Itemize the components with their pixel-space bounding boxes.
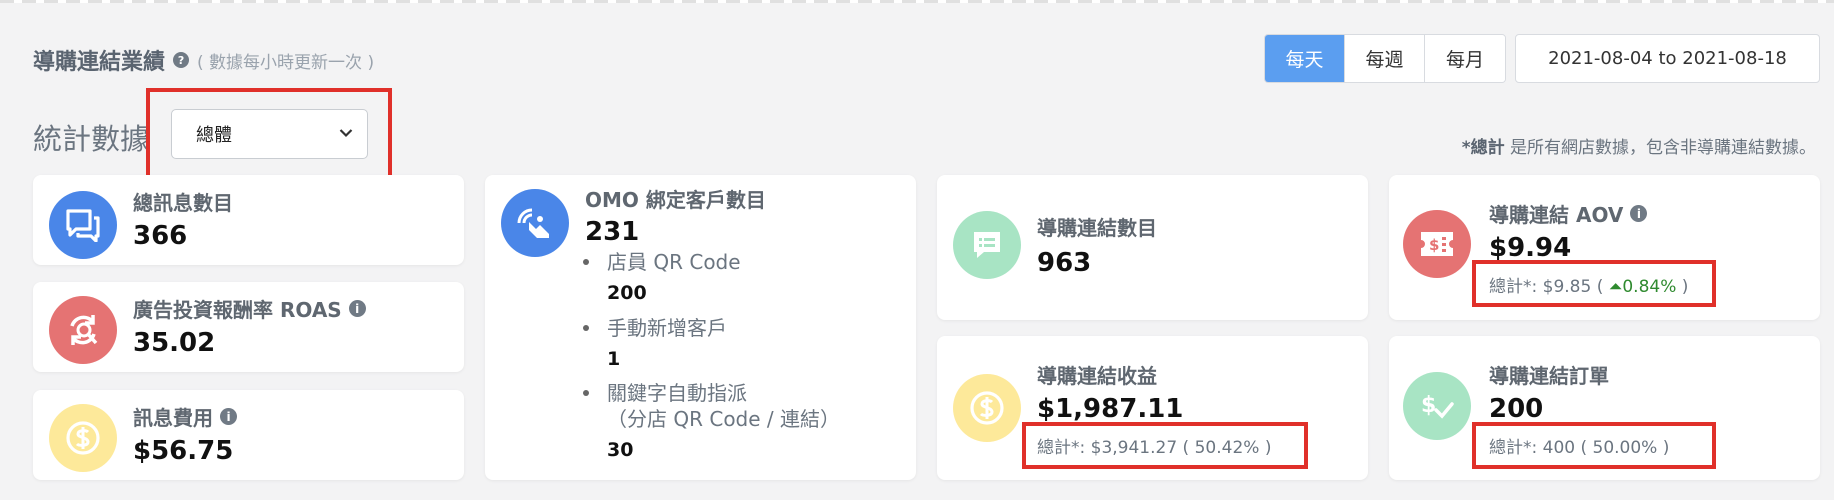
roas-label: 廣告投資報酬率 ROAS i (133, 294, 366, 323)
roas-value: 35.02 (133, 328, 216, 358)
omo-item-label-sub: （分店 QR Code / 連結） (607, 407, 841, 431)
dollar-icon (49, 404, 117, 472)
caret-up-icon: ⏶ (1608, 277, 1623, 297)
orders-label: 導購連結訂單 (1489, 364, 1609, 388)
aov-card: $ 導購連結 AOV i $9.94 總計*: $9.85 ( ⏶0.84% ) (1389, 175, 1820, 320)
aov-label: 導購連結 AOV i (1489, 199, 1648, 228)
chevron-down-icon (339, 127, 353, 142)
message-cost-label-text: 訊息費用 (133, 406, 213, 430)
link-revenue-label: 導購連結收益 (1037, 364, 1157, 388)
total-note: *總計 是所有網店數據，包含非導購連結數據。 (1462, 133, 1816, 158)
info-icon[interactable]: i (1630, 205, 1648, 222)
orders-total: 總計*: 400 ( 50.00% ) (1489, 438, 1670, 458)
aov-total: 總計*: $9.85 ( ⏶0.84% ) (1489, 272, 1688, 297)
roas-card: 廣告投資報酬率 ROAS i 35.02 (33, 282, 464, 372)
message-cost-label: 訊息費用 i (133, 402, 237, 431)
link-count-card: 導購連結數目 963 (937, 175, 1368, 320)
scope-select-value: 總體 (196, 125, 232, 146)
date-range-picker[interactable]: 2021-08-04 to 2021-08-18 (1515, 34, 1820, 83)
aov-label-text: 導購連結 AOV (1489, 203, 1624, 227)
total-messages-card: 總訊息數目 366 (33, 175, 464, 265)
total-note-bold: *總計 (1461, 138, 1505, 158)
price-tag-icon: $ (1403, 210, 1471, 278)
roas-icon (49, 296, 117, 364)
page-title-text: 導購連結業績 (33, 50, 166, 75)
period-daily-button[interactable]: 每天 (1265, 35, 1345, 82)
aov-change: ⏶0.84% (1609, 277, 1677, 297)
scope-select[interactable]: 總體 (171, 109, 368, 159)
info-icon[interactable]: i (348, 300, 366, 317)
omo-label: OMO 綁定客戶數目 (585, 188, 766, 212)
svg-text:$: $ (1429, 236, 1439, 254)
period-weekly-button[interactable]: 每週 (1345, 35, 1425, 82)
link-count-label: 導購連結數目 (1037, 216, 1157, 240)
omo-value: 231 (585, 217, 640, 247)
page-subtitle: ( 數據每小時更新一次 ) (197, 52, 375, 73)
message-cost-value: $56.75 (133, 436, 234, 466)
roas-label-text: 廣告投資報酬率 ROAS (133, 298, 342, 322)
link-revenue-total: 總計*: $3,941.27 ( 50.42% ) (1037, 438, 1272, 458)
help-icon[interactable]: ? (173, 52, 190, 68)
link-revenue-card: 導購連結收益 $1,987.11 總計*: $3,941.27 ( 50.42%… (937, 336, 1368, 480)
omo-item-value: 200 (607, 282, 647, 304)
aov-total-prefix: 總計*: $9.85 ( (1489, 277, 1604, 297)
total-messages-label: 總訊息數目 (133, 191, 233, 215)
message-icon (49, 191, 117, 259)
aov-value: $9.94 (1489, 233, 1572, 263)
omo-item-label: 手動新增客戶 (607, 316, 727, 340)
omo-item-value: 1 (607, 348, 621, 370)
link-revenue-value: $1,987.11 (1037, 394, 1184, 424)
aov-total-suffix: ) (1676, 277, 1689, 297)
bullet (583, 325, 589, 331)
stats-title: 統計數據 (33, 122, 150, 156)
orders-value: 200 (1489, 394, 1544, 424)
link-count-value: 963 (1037, 248, 1092, 278)
bullet (583, 259, 589, 265)
orders-card: $ 導購連結訂單 200 總計*: 400 ( 50.00% ) (1389, 336, 1820, 480)
bullet (583, 390, 589, 396)
period-monthly-button[interactable]: 每月 (1425, 35, 1505, 82)
aov-change-value: 0.84% (1622, 277, 1677, 297)
svg-text:$: $ (1421, 393, 1436, 418)
payment-check-icon: $ (1403, 372, 1471, 440)
total-messages-value: 366 (133, 221, 188, 251)
total-note-text: 是所有網店數據，包含非導購連結數據。 (1504, 138, 1816, 158)
omo-item-value: 30 (607, 439, 634, 461)
customer-binding-icon (501, 189, 569, 257)
list-message-icon (953, 211, 1021, 279)
top-border (0, 0, 1834, 3)
omo-item-label: 店員 QR Code (607, 250, 741, 274)
info-icon[interactable]: i (220, 408, 237, 425)
message-cost-card: 訊息費用 i $56.75 (33, 390, 464, 480)
period-toggle: 每天 每週 每月 (1264, 34, 1506, 83)
page-title: 導購連結業績 ? ( 數據每小時更新一次 ) (33, 44, 374, 76)
omo-item-label: 關鍵字自動指派 (607, 381, 747, 405)
dollar-icon (953, 374, 1021, 442)
